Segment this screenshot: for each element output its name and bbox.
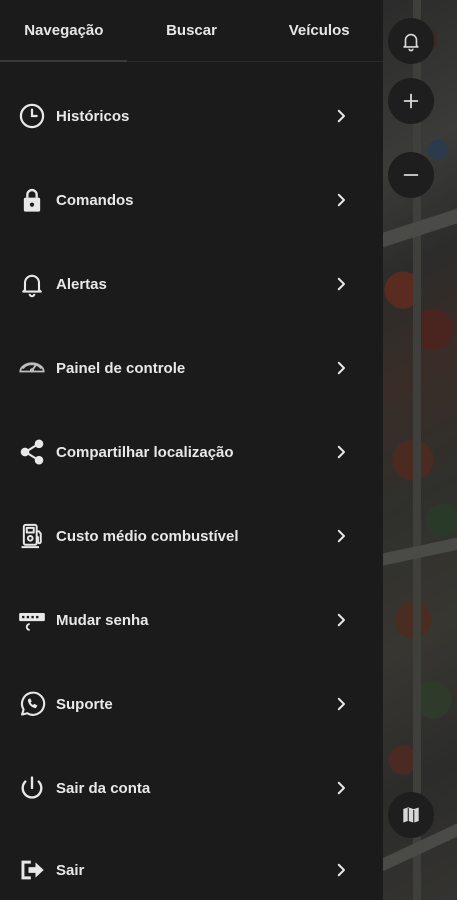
- chevron-right-icon: [332, 107, 350, 125]
- chevron-right-icon: [332, 611, 350, 629]
- bell-icon: [18, 270, 46, 298]
- chevron-right-icon: [332, 779, 350, 797]
- power-icon: [18, 774, 46, 802]
- menu-item-label: Compartilhar localização: [56, 443, 234, 461]
- clock-icon: [18, 102, 46, 130]
- menu-item-label: Sair: [56, 861, 85, 879]
- map-road: [413, 0, 421, 900]
- fuel-pump-icon: [18, 522, 46, 550]
- zoom-in-button[interactable]: [388, 78, 434, 124]
- tab-navegacao[interactable]: Navegação: [0, 0, 128, 62]
- map-icon: [402, 805, 420, 825]
- menu-item-sair[interactable]: Sair: [0, 840, 383, 900]
- menu-item-label: Suporte: [56, 695, 113, 713]
- minus-icon: [403, 174, 419, 176]
- dashboard-icon: [18, 354, 46, 382]
- share-icon: [18, 438, 46, 466]
- tab-veiculos[interactable]: Veículos: [255, 0, 383, 62]
- menu-item-label: Painel de controle: [56, 359, 186, 377]
- chevron-right-icon: [332, 191, 350, 209]
- exit-icon: [18, 856, 46, 884]
- navigation-drawer: Navegação Buscar Veículos Históricos Com…: [0, 0, 383, 900]
- chevron-right-icon: [332, 695, 350, 713]
- zoom-out-button[interactable]: [388, 152, 434, 198]
- map-alerts-button[interactable]: [388, 18, 434, 64]
- whatsapp-icon: [18, 690, 46, 718]
- drawer-tabs: Navegação Buscar Veículos: [0, 0, 383, 62]
- menu-item-alertas[interactable]: Alertas: [0, 254, 383, 314]
- active-tab-indicator: [0, 60, 127, 62]
- menu-item-comandos[interactable]: Comandos: [0, 170, 383, 230]
- menu-item-label: Sair da conta: [56, 779, 151, 797]
- menu-item-label: Comandos: [56, 191, 134, 209]
- menu-item-historicos[interactable]: Históricos: [0, 86, 383, 146]
- map-type-button[interactable]: [388, 792, 434, 838]
- menu-item-mudar-senha[interactable]: Mudar senha: [0, 590, 383, 650]
- chevron-right-icon: [332, 275, 350, 293]
- password-icon: [18, 606, 46, 634]
- menu-item-label: Custo médio combustível: [56, 527, 239, 545]
- bell-icon: [403, 33, 419, 52]
- plus-icon: [403, 93, 419, 109]
- menu-item-sair-da-conta[interactable]: Sair da conta: [0, 758, 383, 818]
- menu-item-label: Históricos: [56, 107, 130, 125]
- chevron-right-icon: [332, 443, 350, 461]
- chevron-right-icon: [332, 861, 350, 879]
- menu-item-label: Mudar senha: [56, 611, 149, 629]
- menu-item-suporte[interactable]: Suporte: [0, 674, 383, 734]
- chevron-right-icon: [332, 527, 350, 545]
- menu-item-custo-medio-combustivel[interactable]: Custo médio combustível: [0, 506, 383, 566]
- menu-item-painel-de-controle[interactable]: Painel de controle: [0, 338, 383, 398]
- lock-icon: [18, 186, 46, 214]
- menu-item-compartilhar-localizacao[interactable]: Compartilhar localização: [0, 422, 383, 482]
- tab-buscar[interactable]: Buscar: [128, 0, 256, 62]
- chevron-right-icon: [332, 359, 350, 377]
- menu-item-label: Alertas: [56, 275, 107, 293]
- map-view[interactable]: [383, 0, 457, 900]
